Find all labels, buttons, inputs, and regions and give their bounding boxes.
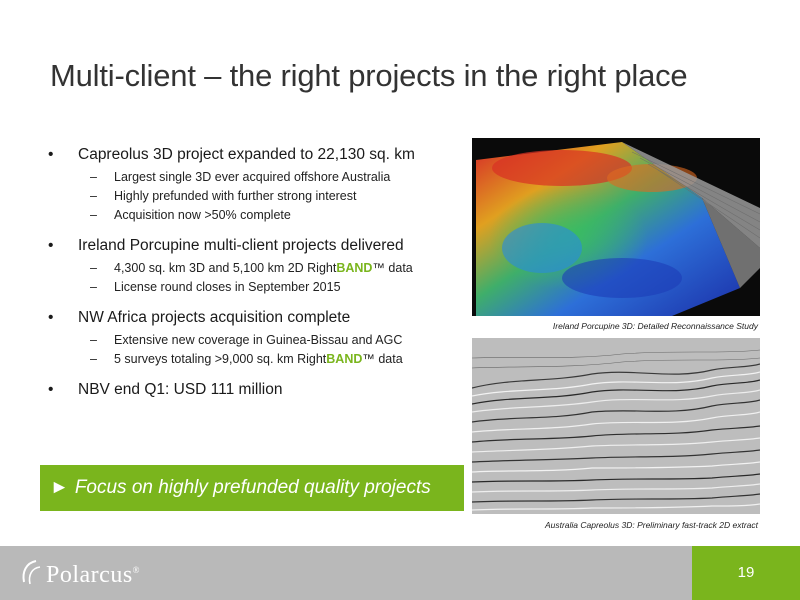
sub-bullet-text: Extensive new coverage in Guinea-Bissau … bbox=[114, 333, 403, 347]
focus-callout: ► Focus on highly prefunded quality proj… bbox=[40, 465, 464, 511]
dash-icon: – bbox=[90, 208, 97, 222]
sub-bullet-item: – Extensive new coverage in Guinea-Bissa… bbox=[48, 333, 468, 347]
sub-bullet-text-pre: 4,300 sq. km 3D and 5,100 km 2D Right bbox=[114, 261, 337, 275]
page-number: 19 bbox=[737, 564, 755, 581]
dash-icon: – bbox=[90, 261, 97, 275]
slide-title: Multi-client – the right projects in the… bbox=[50, 58, 688, 93]
band-highlight: BAND bbox=[326, 352, 363, 366]
bullet-item: • Capreolus 3D project expanded to 22,13… bbox=[48, 146, 468, 164]
dash-icon: – bbox=[90, 189, 97, 203]
dash-icon: – bbox=[90, 170, 97, 184]
bullet-icon: • bbox=[48, 309, 54, 326]
sub-bullet-text: Acquisition now >50% complete bbox=[114, 208, 291, 222]
arrow-right-icon: ► bbox=[50, 477, 69, 498]
bullet-group-africa: • NW Africa projects acquisition complet… bbox=[48, 309, 468, 366]
bullet-group-capreolus: • Capreolus 3D project expanded to 22,13… bbox=[48, 146, 468, 222]
bullet-list: • Capreolus 3D project expanded to 22,13… bbox=[48, 146, 468, 414]
sub-bullet-text-post: ™ data bbox=[372, 261, 413, 275]
sub-bullet-item: – Largest single 3D ever acquired offsho… bbox=[48, 170, 468, 184]
top-image-caption: Ireland Porcupine 3D: Detailed Reconnais… bbox=[552, 321, 758, 331]
band-highlight: BAND bbox=[336, 261, 373, 275]
logo-registered-mark: ® bbox=[132, 565, 140, 575]
sub-bullet-item: – 5 surveys totaling >9,000 sq. km Right… bbox=[48, 352, 468, 366]
sub-bullet-text: License round closes in September 2015 bbox=[114, 280, 341, 294]
dash-icon: – bbox=[90, 333, 97, 347]
dash-icon: – bbox=[90, 352, 97, 366]
bottom-image-caption: Australia Capreolus 3D: Preliminary fast… bbox=[544, 520, 758, 530]
dash-icon: – bbox=[90, 280, 97, 294]
bullet-icon: • bbox=[48, 381, 54, 398]
sub-bullet-item: – Acquisition now >50% complete bbox=[48, 208, 468, 222]
sub-bullet-text: Highly prefunded with further strong int… bbox=[114, 189, 357, 203]
seismic-2d-image bbox=[472, 338, 760, 514]
seismic-3d-image bbox=[472, 138, 760, 316]
bullet-text: Capreolus 3D project expanded to 22,130 … bbox=[78, 146, 415, 163]
bullet-icon: • bbox=[48, 237, 54, 254]
logo-wordmark: Polarcus bbox=[46, 562, 133, 588]
bullet-item: • NBV end Q1: USD 111 million bbox=[48, 381, 468, 399]
page-number-box: 19 bbox=[692, 546, 800, 600]
bullet-icon: • bbox=[48, 146, 54, 163]
logo-mark-icon bbox=[22, 560, 41, 585]
bullet-item: • Ireland Porcupine multi-client project… bbox=[48, 237, 468, 255]
sub-bullet-text-post: ™ data bbox=[362, 352, 403, 366]
sub-bullet-item: – 4,300 sq. km 3D and 5,100 km 2D RightB… bbox=[48, 261, 468, 275]
bullet-group-nbv: • NBV end Q1: USD 111 million bbox=[48, 381, 468, 399]
bullet-text: Ireland Porcupine multi-client projects … bbox=[78, 237, 404, 254]
bullet-group-ireland: • Ireland Porcupine multi-client project… bbox=[48, 237, 468, 294]
logo-text: Polarcus® bbox=[46, 562, 140, 589]
footer-bar: Polarcus® bbox=[0, 546, 800, 600]
bullet-text: NW Africa projects acquisition complete bbox=[78, 309, 351, 326]
sub-bullet-text-pre: 5 surveys totaling >9,000 sq. km Right bbox=[114, 352, 327, 366]
bullet-item: • NW Africa projects acquisition complet… bbox=[48, 309, 468, 327]
focus-text: Focus on highly prefunded quality projec… bbox=[74, 477, 431, 498]
bullet-text: NBV end Q1: USD 111 million bbox=[78, 381, 283, 398]
sub-bullet-text: Largest single 3D ever acquired offshore… bbox=[114, 170, 391, 184]
sub-bullet-item: – Highly prefunded with further strong i… bbox=[48, 189, 468, 203]
sub-bullet-item: – License round closes in September 2015 bbox=[48, 280, 468, 294]
